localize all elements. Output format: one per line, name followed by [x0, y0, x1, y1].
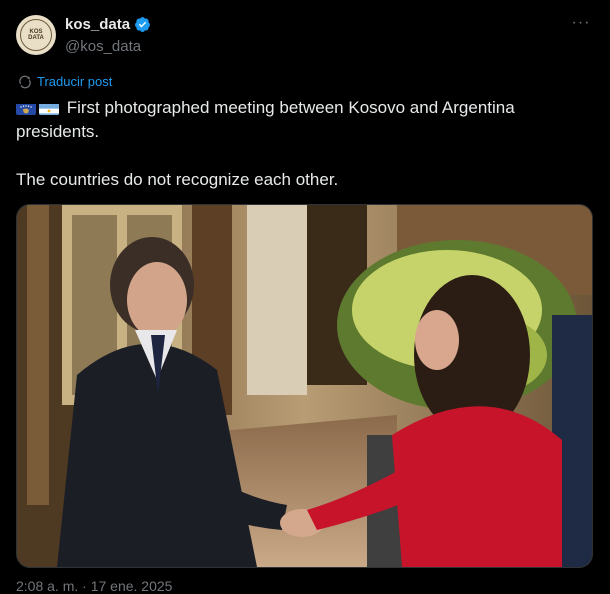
avatar-logo: KOS DATA [20, 19, 52, 51]
post-timestamp[interactable]: 2:08 a. m. · 17 ene. 2025 [16, 578, 172, 594]
argentina-flag-icon [39, 101, 59, 115]
photo-illustration [17, 205, 592, 567]
more-horizontal-icon: ··· [571, 14, 591, 31]
post-text: First photographed meeting between Kosov… [16, 96, 591, 192]
tweet: KOS DATA kos_data @kos_data ··· Traducir… [0, 0, 610, 594]
more-options-button[interactable]: ··· [570, 14, 592, 36]
author-display-name[interactable]: kos_data [65, 16, 130, 33]
verified-badge-icon [135, 17, 150, 32]
translate-icon [19, 75, 31, 88]
avatar-text: KOS DATA [28, 29, 44, 41]
post-line-2: The countries do not recognize each othe… [16, 170, 339, 189]
post-line-1: First photographed meeting between Kosov… [16, 96, 591, 144]
translate-link[interactable]: Traducir post [18, 74, 112, 89]
post-line-1-text: First photographed meeting between Kosov… [16, 98, 515, 141]
author-handle[interactable]: @kos_data [65, 38, 141, 55]
translate-label: Traducir post [37, 74, 113, 89]
post-media-photo[interactable] [16, 204, 593, 568]
author-name-row: kos_data [65, 16, 151, 33]
avatar[interactable]: KOS DATA [16, 15, 56, 55]
kosovo-flag-icon [16, 101, 36, 115]
